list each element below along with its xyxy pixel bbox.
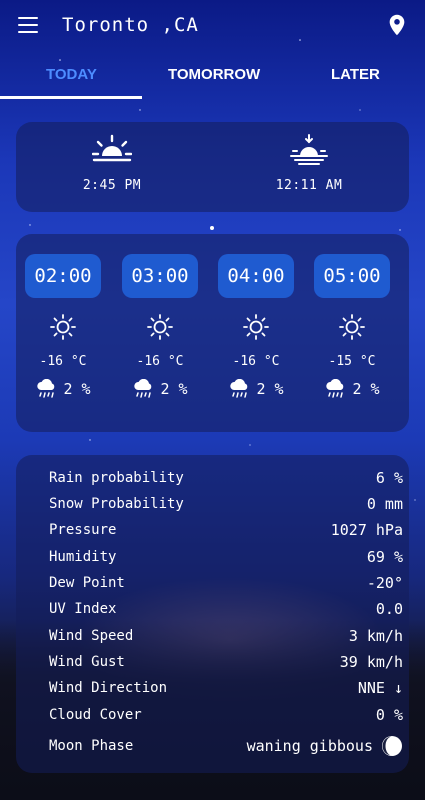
hour-time-button[interactable]: 03:00 bbox=[122, 254, 198, 298]
sun-icon bbox=[50, 314, 76, 340]
detail-value: 3 km/h bbox=[348, 627, 403, 645]
sunrise-icon bbox=[92, 134, 132, 162]
detail-row-wind-gust: Wind Gust 39 km/h bbox=[49, 649, 403, 675]
detail-label: Rain probability bbox=[49, 470, 184, 486]
detail-value: 39 km/h bbox=[339, 653, 403, 671]
hour-precipitation: 2 % bbox=[218, 379, 294, 399]
detail-label: Snow Probability bbox=[49, 496, 184, 512]
city-title: Toronto ,CA bbox=[62, 14, 199, 36]
sunset-icon bbox=[290, 134, 328, 165]
location-pin-icon[interactable] bbox=[388, 14, 406, 36]
detail-row-moon-phase: Moon Phase waning gibbous bbox=[49, 733, 403, 759]
detail-value: 0 mm bbox=[366, 495, 403, 513]
hour-precipitation-value: 2 % bbox=[256, 380, 284, 398]
detail-row-wind-speed: Wind Speed 3 km/h bbox=[49, 623, 403, 649]
hourly-forecast-card: 02:00 -16 °C 2 % 03:00 -16 °C 2 % 04:00 … bbox=[16, 234, 409, 432]
hour-time-button[interactable]: 04:00 bbox=[218, 254, 294, 298]
sun-icon bbox=[243, 314, 269, 340]
detail-row-snow-probability: Snow Probability 0 mm bbox=[49, 491, 403, 517]
rain-cloud-icon bbox=[37, 379, 55, 398]
rain-cloud-icon bbox=[134, 379, 152, 398]
hour-precipitation: 2 % bbox=[122, 379, 198, 399]
top-bar: Toronto ,CA bbox=[0, 0, 425, 52]
hour-column: 05:00 -15 °C 2 % bbox=[314, 254, 390, 399]
moon-icon bbox=[382, 736, 402, 756]
tab-bar: TODAY TOMORROW LATER bbox=[0, 60, 425, 100]
hour-precipitation-value: 2 % bbox=[63, 380, 91, 398]
hour-column: 04:00 -16 °C 2 % bbox=[218, 254, 294, 399]
hour-precipitation-value: 2 % bbox=[160, 380, 188, 398]
hour-time-button[interactable]: 05:00 bbox=[314, 254, 390, 298]
detail-row-rain-probability: Rain probability 6 % bbox=[49, 465, 403, 491]
detail-value: 69 % bbox=[366, 548, 403, 566]
detail-label: Wind Speed bbox=[49, 628, 134, 644]
weather-details-card: Rain probability 6 % Snow Probability 0 mm… bbox=[16, 455, 409, 773]
tab-tomorrow[interactable]: TOMORROW bbox=[168, 66, 260, 83]
hour-temperature: -16 °C bbox=[39, 354, 87, 369]
hour-temperature: -16 °C bbox=[136, 354, 184, 369]
detail-value: NNE ↓ bbox=[357, 679, 403, 697]
detail-value: 1027 hPa bbox=[330, 521, 403, 539]
sun-icon bbox=[147, 314, 173, 340]
detail-label: UV Index bbox=[49, 601, 117, 617]
detail-label: Wind Direction bbox=[49, 680, 168, 696]
hour-temperature: -15 °C bbox=[328, 354, 376, 369]
tab-today[interactable]: TODAY bbox=[46, 66, 97, 83]
sunrise-block: 2:45 PM bbox=[52, 134, 172, 193]
hour-column: 03:00 -16 °C 2 % bbox=[122, 254, 198, 399]
sunset-block: 12:11 AM bbox=[249, 134, 369, 193]
active-tab-indicator bbox=[0, 96, 142, 99]
detail-value: 0.0 bbox=[375, 600, 403, 618]
detail-row-uv-index: UV Index 0.0 bbox=[49, 596, 403, 622]
detail-label: Moon Phase bbox=[49, 738, 134, 754]
detail-row-pressure: Pressure 1027 hPa bbox=[49, 517, 403, 543]
detail-label: Humidity bbox=[49, 549, 117, 565]
detail-label: Wind Gust bbox=[49, 654, 125, 670]
moon-value-group: waning gibbous bbox=[247, 735, 403, 757]
sun-icon bbox=[339, 314, 365, 340]
sun-times-card: 2:45 PM 12:11 AM bbox=[16, 122, 409, 212]
hour-precipitation: 2 % bbox=[314, 379, 390, 399]
sunrise-time: 2:45 PM bbox=[82, 178, 142, 193]
detail-label: Pressure bbox=[49, 522, 117, 538]
rain-cloud-icon bbox=[326, 379, 344, 398]
hour-precipitation: 2 % bbox=[25, 379, 101, 399]
hour-column: 02:00 -16 °C 2 % bbox=[25, 254, 101, 399]
sunset-time: 12:11 AM bbox=[275, 178, 343, 193]
rain-cloud-icon bbox=[230, 379, 248, 398]
tab-later[interactable]: LATER bbox=[331, 66, 380, 83]
detail-label: Dew Point bbox=[49, 575, 125, 591]
hour-precipitation-value: 2 % bbox=[352, 380, 380, 398]
detail-row-humidity: Humidity 69 % bbox=[49, 544, 403, 570]
menu-icon[interactable] bbox=[18, 17, 38, 33]
detail-value: 0 % bbox=[375, 706, 403, 724]
detail-row-cloud-cover: Cloud Cover 0 % bbox=[49, 702, 403, 728]
detail-row-wind-direction: Wind Direction NNE ↓ bbox=[49, 675, 403, 701]
detail-value: -20° bbox=[366, 574, 403, 592]
hour-temperature: -16 °C bbox=[232, 354, 280, 369]
detail-value: 6 % bbox=[375, 469, 403, 487]
hour-time-button[interactable]: 02:00 bbox=[25, 254, 101, 298]
detail-label: Cloud Cover bbox=[49, 707, 142, 723]
moon-phase-value: waning gibbous bbox=[246, 737, 373, 755]
detail-row-dew-point: Dew Point -20° bbox=[49, 570, 403, 596]
